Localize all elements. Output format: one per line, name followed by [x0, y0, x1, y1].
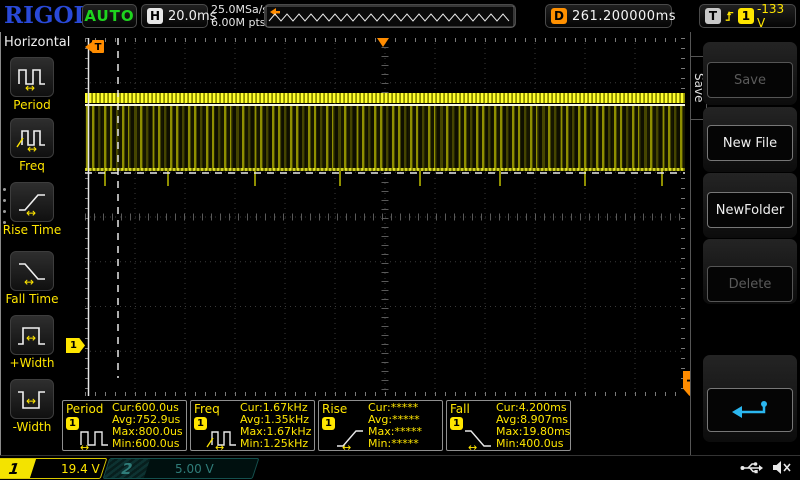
horizontal-measure-menu: Horizontal ↔ Period ↔ Freq ↔ Rise Time: [0, 32, 62, 455]
memory-depth: 6.00M pts: [211, 16, 268, 29]
horizontal-delay-chip[interactable]: D 261.200000ms: [545, 4, 672, 28]
period-icon: ↔: [77, 425, 113, 451]
menu-item-period[interactable]: ↔ Period: [1, 57, 63, 112]
timebase-chip[interactable]: H 20.0ms: [141, 4, 208, 28]
measure-panel-freq: Freq 1 ↔ Cur:1.67kHz Avg:1.35kHz Max:1.6…: [190, 400, 315, 451]
status-bar: RIGOL AUTO H 20.0ms 25.0MSa/s 6.00M pts …: [0, 0, 800, 32]
channel1-ground-marker[interactable]: 1: [66, 338, 85, 353]
menu-item-freq[interactable]: ↔ Freq: [1, 118, 63, 173]
menu-item-rise-time[interactable]: ↔ Rise Time: [1, 182, 63, 237]
channel2-scale: 5.00 V: [175, 462, 214, 476]
graticule-grid: [85, 38, 685, 396]
channel1-badge: 1: [0, 459, 36, 478]
save-button[interactable]: Save: [707, 62, 793, 98]
freq-icon: ↔: [15, 123, 49, 153]
delay-badge: D: [551, 8, 567, 24]
period-icon: ↔: [15, 62, 49, 92]
preview-waveform: [265, 5, 515, 28]
usb-icon: [740, 459, 764, 476]
rise-time-icon: ↔: [333, 425, 369, 451]
channel2-status[interactable]: 2 5.00 V: [103, 458, 260, 479]
run-status-label: AUTO: [84, 7, 134, 25]
plus-width-icon: ↔: [15, 320, 49, 350]
delay-value: 261.200000ms: [572, 9, 676, 24]
svg-text:↔: ↔: [342, 441, 351, 451]
return-button[interactable]: [707, 388, 793, 432]
channel1-scale: 19.4 V: [61, 462, 100, 476]
channel1-status[interactable]: 1 19.4 V: [0, 458, 107, 479]
acquisition-info: 25.0MSa/s 6.00M pts: [211, 3, 268, 29]
fall-time-icon: ↔: [15, 256, 49, 286]
edge-trigger-icon: [724, 8, 735, 24]
trigger-level-value: -133 V: [757, 2, 790, 30]
svg-text:T: T: [95, 42, 102, 53]
svg-text:↔: ↔: [26, 394, 36, 408]
menu-item-fall-time[interactable]: ↔ Fall Time: [1, 251, 63, 306]
left-menu-title: Horizontal: [4, 35, 70, 50]
svg-text:↔: ↔: [80, 441, 89, 451]
sample-rate: 25.0MSa/s: [211, 3, 268, 16]
svg-text:↔: ↔: [468, 441, 477, 451]
oscilloscope-screen: RIGOL AUTO H 20.0ms 25.0MSa/s 6.00M pts …: [0, 0, 800, 480]
waveform-position-preview[interactable]: [264, 4, 516, 28]
svg-text:↔: ↔: [26, 206, 36, 217]
svg-text:↔: ↔: [24, 275, 34, 286]
new-file-button[interactable]: New File: [707, 125, 793, 161]
measure-panel-fall: Fall 1 ↔ Cur:4.200ms Avg:8.907ms Max:19.…: [446, 400, 571, 451]
svg-text:↔: ↔: [25, 81, 35, 92]
new-folder-button[interactable]: NewFolder: [707, 192, 793, 228]
horizontal-badge: H: [147, 8, 163, 24]
menu-page-dots: [3, 188, 6, 232]
svg-text:↔: ↔: [215, 441, 224, 451]
waveform-display[interactable]: T: [85, 38, 685, 396]
trigger-source-badge: 1: [738, 8, 754, 24]
channel-status-bar: 1 19.4 V 2 5.00 V: [0, 455, 800, 480]
trigger-chip[interactable]: T 1 -133 V: [699, 4, 796, 28]
measure-panel-period: Period 1 ↔ Cur:600.0us Avg:752.9us Max:8…: [62, 400, 187, 451]
rigol-logo: RIGOL: [4, 2, 90, 29]
rise-time-icon: ↔: [15, 187, 49, 217]
delete-button[interactable]: Delete: [707, 266, 793, 302]
timebase-value: 20.0ms: [168, 9, 216, 24]
measurement-bar: Period 1 ↔ Cur:600.0us Avg:752.9us Max:8…: [62, 400, 577, 452]
trigger-position-marker-icon[interactable]: [377, 38, 389, 47]
menu-item-plus-width[interactable]: ↔ +Width: [1, 315, 63, 370]
svg-text:↔: ↔: [26, 331, 36, 345]
channel2-badge: 2: [104, 459, 150, 478]
trigger-badge: T: [705, 8, 721, 24]
svg-text:↔: ↔: [27, 142, 37, 153]
measure-panel-rise: Rise 1 ↔ Cur:***** Avg:***** Max:***** M…: [318, 400, 443, 451]
fall-time-icon: ↔: [461, 425, 497, 451]
freq-icon: ↔: [205, 425, 241, 451]
run-status-indicator: AUTO: [82, 4, 137, 28]
save-menu: Save Save New File NewFolder Delete: [690, 32, 800, 455]
menu-item-minus-width[interactable]: ↔ -Width: [1, 379, 63, 434]
speaker-muted-icon: [772, 459, 792, 476]
minus-width-icon: ↔: [15, 384, 49, 414]
return-arrow-icon: [729, 398, 771, 422]
